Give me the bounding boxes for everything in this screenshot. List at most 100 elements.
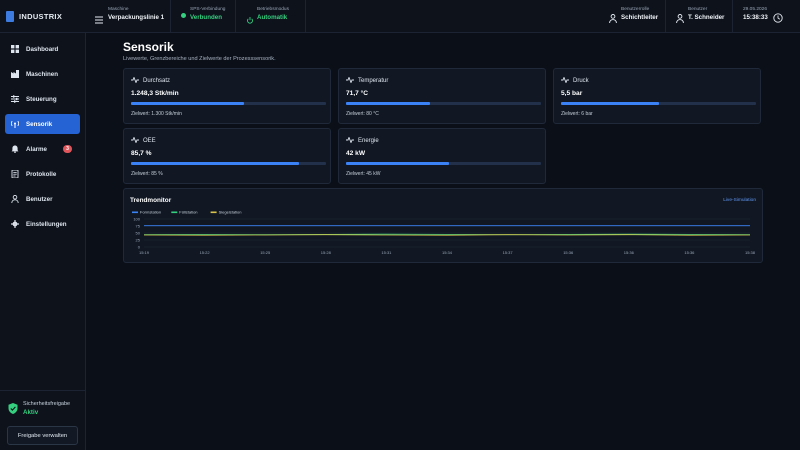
x-tick-label: 15:19 — [139, 250, 150, 255]
sidebar: INDUSTRIX Dashboard Maschinen Steuerung — [0, 0, 86, 450]
machine-label: Maschine — [108, 7, 129, 12]
clock-icon — [773, 10, 783, 28]
mode-value: Automatik — [257, 14, 288, 21]
time: 15:38:33 — [743, 14, 768, 21]
legend-label: Füllstation — [179, 210, 197, 215]
menu-icon[interactable] — [95, 11, 103, 29]
x-tick-label: 15:36 — [563, 250, 574, 255]
logo-icon — [6, 10, 14, 22]
progress-fill — [346, 162, 450, 165]
sidebar-item-steuerung[interactable]: Steuerung — [5, 89, 80, 109]
x-tick-label: 15:22 — [200, 250, 211, 255]
plc-value: Verbunden — [190, 14, 222, 21]
divider — [235, 0, 236, 32]
x-tick-label: 15:31 — [381, 250, 392, 255]
sidebar-item-maschinen[interactable]: Maschinen — [5, 64, 80, 84]
progress-fill — [131, 162, 299, 165]
sidebar-item-label: Steuerung — [26, 95, 57, 103]
page-title: Sensorik — [123, 40, 174, 54]
user-value: T. Schneider — [688, 14, 725, 21]
sensor-card-energie[interactable]: Energie 42 kW Zielwert: 45 kW — [338, 128, 546, 184]
sensor-value: 1.248,3 Stk/min — [131, 90, 179, 97]
antenna-icon — [11, 120, 19, 128]
sidebar-item-alarme[interactable]: Alarme 3 — [5, 139, 80, 159]
user-info[interactable]: Benutzer T. Schneider — [688, 7, 724, 21]
sensor-value: 85,7 % — [131, 150, 152, 157]
progress-fill — [131, 102, 245, 105]
sidebar-item-label: Einstellungen — [26, 220, 67, 228]
shield-icon — [8, 401, 18, 419]
sensor-value: 42 kW — [346, 150, 366, 157]
x-tick-label: 15:37 — [503, 250, 514, 255]
divider — [305, 0, 306, 32]
pulse-icon — [346, 76, 354, 85]
progress-track — [131, 162, 326, 165]
sensor-target: Zielwert: 85 % — [131, 171, 163, 177]
mode-status: Betriebsmodus Automatik — [257, 7, 289, 21]
machine-value: Verpackungslinie 1 — [108, 14, 165, 21]
brand[interactable]: INDUSTRIX — [0, 0, 85, 33]
sidebar-item-label: Alarme — [26, 145, 47, 153]
sensor-value: 71,7 °C — [346, 90, 369, 97]
progress-track — [346, 162, 541, 165]
sidebar-nav: Dashboard Maschinen Steuerung Sensorik A… — [0, 33, 85, 234]
divider — [665, 0, 666, 32]
power-icon — [247, 11, 253, 29]
legend-swatch — [171, 211, 178, 214]
sidebar-item-dashboard[interactable]: Dashboard — [5, 39, 80, 59]
sensor-card-druck[interactable]: Druck 5,5 bar Zielwert: 6 bar — [553, 68, 761, 124]
machine-info[interactable]: Maschine Verpackungslinie 1 — [108, 7, 164, 21]
log-icon — [11, 170, 19, 178]
safety-status: Sicherheitsfreigabe Aktiv — [8, 401, 70, 419]
divider — [170, 0, 171, 32]
manage-release-button[interactable]: Freigabe verwalten — [7, 426, 78, 445]
x-tick-label: 15:38 — [745, 250, 756, 255]
pulse-icon — [131, 76, 139, 85]
date: 29.05.2026 — [743, 7, 768, 12]
grid-icon — [11, 45, 19, 53]
trend-monitor: Trendmonitor Live-Simulation 0 25 50 75 100 1… — [123, 188, 763, 263]
y-tick-label: 0 — [138, 245, 141, 250]
pulse-icon — [131, 136, 139, 145]
sidebar-item-einstellungen[interactable]: Einstellungen — [5, 214, 80, 234]
factory-icon — [11, 70, 19, 78]
x-tick-label: 15:25 — [260, 250, 271, 255]
sidebar-item-benutzer[interactable]: Benutzer — [5, 189, 80, 209]
page-subtitle: Livewerte, Grenzbereiche und Zielwerte d… — [123, 56, 276, 62]
sidebar-item-sensorik[interactable]: Sensorik — [5, 114, 80, 134]
sidebar-item-label: Dashboard — [26, 45, 59, 53]
legend-swatch — [210, 211, 217, 214]
sensor-card-temperatur[interactable]: Temperatur 71,7 °C Zielwert: 80 °C — [338, 68, 546, 124]
x-tick-label: 15:28 — [321, 250, 332, 255]
sensor-target: Zielwert: 6 bar — [561, 111, 593, 117]
progress-fill — [561, 102, 659, 105]
gear-icon — [11, 220, 19, 228]
sensor-value: 5,5 bar — [561, 90, 583, 97]
app: INDUSTRIX Dashboard Maschinen Steuerung — [0, 0, 800, 450]
x-tick-label: 15:34 — [442, 250, 453, 255]
sensor-name: Durchsatz — [143, 78, 171, 84]
divider — [732, 0, 733, 32]
sensor-name: Druck — [573, 78, 589, 84]
sensor-name: Temperatur — [358, 78, 389, 84]
y-tick-label: 50 — [136, 231, 141, 236]
sensor-card-oee[interactable]: OEE 85,7 % Zielwert: 85 % — [123, 128, 331, 184]
y-tick-label: 100 — [133, 217, 140, 222]
header: Maschine Verpackungslinie 1 SPS-Verbindu… — [85, 0, 800, 33]
safety-value: Aktiv — [23, 409, 39, 416]
pulse-icon — [346, 136, 354, 145]
sensor-name: OEE — [143, 138, 156, 144]
legend-label: Formstation — [140, 210, 161, 215]
sensor-target: Zielwert: 45 kW — [346, 171, 381, 177]
alarm-count-badge: 3 — [63, 145, 72, 153]
main-content: Sensorik Livewerte, Grenzbereiche und Zi… — [85, 32, 800, 450]
sidebar-item-protokolle[interactable]: Protokolle — [5, 164, 80, 184]
safety-label: Sicherheitsfreigabe — [23, 401, 71, 407]
users-icon — [11, 195, 19, 203]
mode-label: Betriebsmodus — [257, 7, 289, 12]
sensor-target: Zielwert: 80 °C — [346, 111, 379, 117]
sensor-card-durchsatz[interactable]: Durchsatz 1.248,3 Stk/min Zielwert: 1.30… — [123, 68, 331, 124]
brand-name: INDUSTRIX — [19, 11, 63, 21]
y-tick-label: 75 — [136, 224, 141, 229]
x-tick-label: 15:36 — [624, 250, 635, 255]
